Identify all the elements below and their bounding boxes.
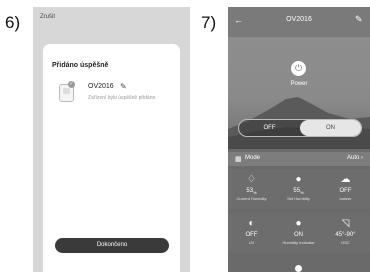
pencil-icon[interactable]: ✎ — [120, 82, 127, 91]
power-label: Power — [290, 81, 308, 87]
power-toggle[interactable]: OFF ON — [238, 119, 362, 137]
uv-label: UV — [248, 240, 255, 245]
ionizer-value: OFF — [339, 188, 352, 194]
humidity-drop-icon: ♢ — [247, 174, 256, 185]
oscillation-icon: ◹ — [341, 218, 350, 229]
edit-pencil-icon[interactable]: ✎ — [355, 14, 363, 25]
step-number-6: 6) — [5, 13, 21, 32]
mode-label: Mode — [245, 155, 261, 161]
bulb-icon: ● — [295, 218, 302, 229]
mode-row[interactable]: ▦ Mode Auto › — [228, 152, 370, 166]
uv-value: OFF — [245, 232, 258, 238]
ionizer-label: Ionizer — [339, 196, 352, 201]
set-humidity-label: Set Humidity — [287, 196, 310, 201]
scroll-indicator-icon — [295, 265, 302, 272]
status-row-2: ◐ OFF UV ● ON Humidity Indicator ◹ 45°-9… — [228, 213, 370, 253]
hero-panel: ⏻ Power OFF ON — [228, 37, 370, 149]
humidity-indicator-label: Humidity Indicator — [282, 240, 315, 245]
device-title: OV2016 — [286, 16, 312, 23]
ionizer-tile[interactable]: ☁ OFF Ionizer — [322, 169, 369, 209]
mode-value: Auto › — [346, 155, 363, 161]
success-sheet: Přidáno úspěšně ✓ OV2016 ✎ Zařízení bylo… — [43, 44, 180, 272]
cloud-icon: ☁ — [340, 174, 351, 185]
oscillation-label: OSC — [341, 240, 350, 245]
step-number-7: 7) — [201, 13, 217, 32]
current-humidity-tile: ♢ 53% Current Humidity — [228, 169, 275, 209]
status-row-1: ♢ 53% Current Humidity ● 55% Set Humidit… — [228, 169, 370, 209]
humidity-indicator-tile[interactable]: ● ON Humidity Indicator — [275, 213, 322, 253]
oscillation-value: 45°-90° — [335, 232, 356, 238]
power-icon[interactable]: ⏻ — [291, 61, 306, 76]
oscillation-tile[interactable]: ◹ 45°-90° OSC — [322, 213, 369, 253]
app-header: ← OV2016 ✎ — [228, 7, 370, 37]
toggle-on-option[interactable]: ON — [300, 120, 361, 136]
done-button[interactable]: Dokončeno — [55, 238, 169, 253]
current-humidity-label: Current Humidity — [236, 196, 267, 201]
drop-icon: ● — [295, 174, 302, 185]
check-icon: ✓ — [68, 81, 75, 88]
uv-tile[interactable]: ◐ OFF UV — [228, 213, 275, 253]
grid-icon: ▦ — [235, 156, 242, 163]
uv-shield-icon: ◐ — [248, 218, 255, 229]
toggle-off-option[interactable]: OFF — [239, 120, 300, 136]
phone-screen-device-control: ← OV2016 ✎ ⏻ Power OFF ON ▦ Mode Auto › … — [228, 7, 370, 272]
cancel-link[interactable]: Zrušit — [40, 14, 55, 20]
success-title: Přidáno úspěšně — [52, 62, 109, 69]
humidity-indicator-value: ON — [294, 232, 303, 238]
device-added-message: Zařízení bylo úspěšně přidáno — [88, 95, 156, 101]
device-name: OV2016 — [88, 83, 114, 90]
phone-screen-added-success: Zrušit Přidáno úspěšně ✓ OV2016 ✎ Zaříze… — [33, 7, 190, 272]
set-humidity-tile[interactable]: ● 55% Set Humidity — [275, 169, 322, 209]
